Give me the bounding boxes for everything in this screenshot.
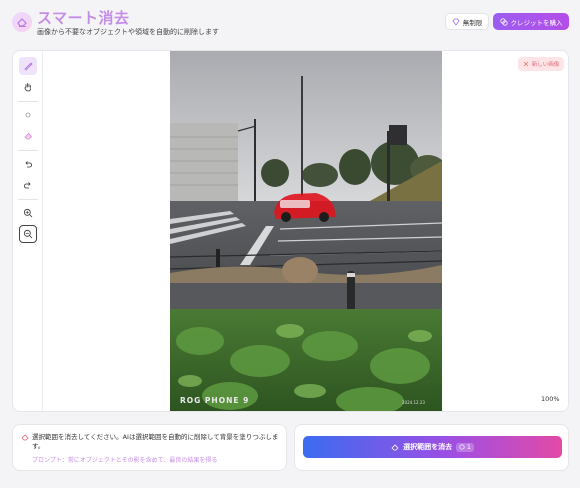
instruction-text: 選択範囲を消去してください。AIは選択範囲を自動的に削除して背景を塗りつぶします… [32,433,279,450]
prompt-tip: プロンプト：常にオブジェクトとその影を含めて、最良の結果を得る [32,457,218,464]
photo-watermark: ROG PHONE 9 [180,396,250,405]
photo-date-stamp: 2024.12.23 [402,400,425,405]
eraser-icon [24,132,33,140]
street-scene-image [170,51,442,411]
zoom-in-tool[interactable] [19,204,37,222]
buy-credits-button[interactable]: クレジットを購入 [493,13,569,30]
credit-cost-value: 1 [467,443,471,451]
diamond-icon [452,18,460,26]
coin-icon [459,444,465,450]
page-title: スマート消去 [37,9,130,27]
tool-sidebar [13,51,43,411]
undo-tool[interactable] [19,155,37,173]
redo-icon [24,182,31,189]
toolbar-divider [18,199,38,200]
uploaded-photo[interactable]: ROG PHONE 9 2024.12.23 [170,51,442,411]
instruction-card: 選択範囲を消去してください。AIは選択範囲を自動的に削除して背景を塗りつぶします… [12,424,287,471]
zoom-in-icon [23,208,33,218]
editor-card: ROG PHONE 9 2024.12.23 新しい画像 100% [12,50,569,412]
close-icon [523,61,529,67]
eraser-hint-icon [21,434,29,441]
brush-size-tool[interactable] [19,106,37,124]
redo-tool[interactable] [19,176,37,194]
eraser-tool[interactable] [19,127,37,145]
erase-selection-button[interactable]: 選択範囲を消去 1 [303,436,562,458]
pan-tool[interactable] [19,78,37,96]
new-image-button[interactable]: 新しい画像 [518,57,564,71]
erase-selection-label: 選択範囲を消去 [403,443,453,451]
action-card: 選択範囲を消去 1 [294,424,569,471]
zoom-out-tool[interactable] [19,225,37,243]
new-image-label: 新しい画像 [531,62,560,68]
page-subtitle: 画像から不要なオブジェクトや領域を自動的に削除します [37,28,219,36]
hand-icon [24,83,31,92]
coins-icon [499,17,508,26]
credit-cost-badge: 1 [456,442,474,452]
image-canvas[interactable]: ROG PHONE 9 2024.12.23 新しい画像 100% [43,51,568,411]
app-header: スマート消去 画像から不要なオブジェクトや領域を自動的に削除します 無制限 クレ… [0,0,580,46]
zoom-level: 100% [541,395,560,403]
eraser-logo-icon [12,12,32,32]
eraser-icon [391,444,399,451]
toolbar-divider [18,101,38,102]
buy-credits-label: クレジットを購入 [510,18,563,27]
zoom-out-icon [23,229,33,239]
unlimited-button[interactable]: 無制限 [445,13,489,30]
undo-icon [25,161,32,168]
unlimited-label: 無制限 [462,18,483,27]
dot-icon [25,112,31,118]
toolbar-divider [18,150,38,151]
brush-tool[interactable] [19,57,37,75]
brush-icon [24,62,33,71]
